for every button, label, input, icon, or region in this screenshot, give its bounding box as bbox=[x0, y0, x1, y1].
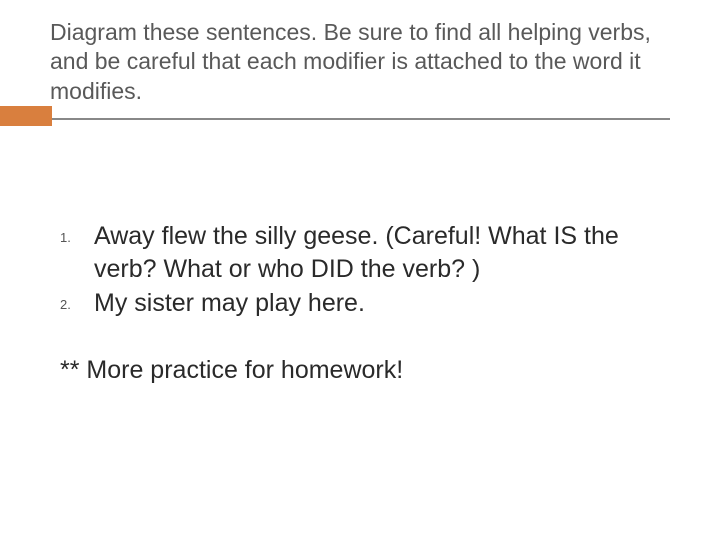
list-item: Away flew the silly geese. (Careful! Wha… bbox=[60, 220, 670, 285]
title-block: Diagram these sentences. Be sure to find… bbox=[0, 0, 720, 114]
list-item: My sister may play here. bbox=[60, 287, 670, 320]
content-area: Away flew the silly geese. (Careful! Wha… bbox=[0, 120, 720, 385]
accent-bar bbox=[0, 106, 52, 126]
sentence-list: Away flew the silly geese. (Careful! Wha… bbox=[60, 220, 670, 320]
footnote: ** More practice for homework! bbox=[60, 356, 670, 385]
instructions-title: Diagram these sentences. Be sure to find… bbox=[50, 18, 670, 106]
